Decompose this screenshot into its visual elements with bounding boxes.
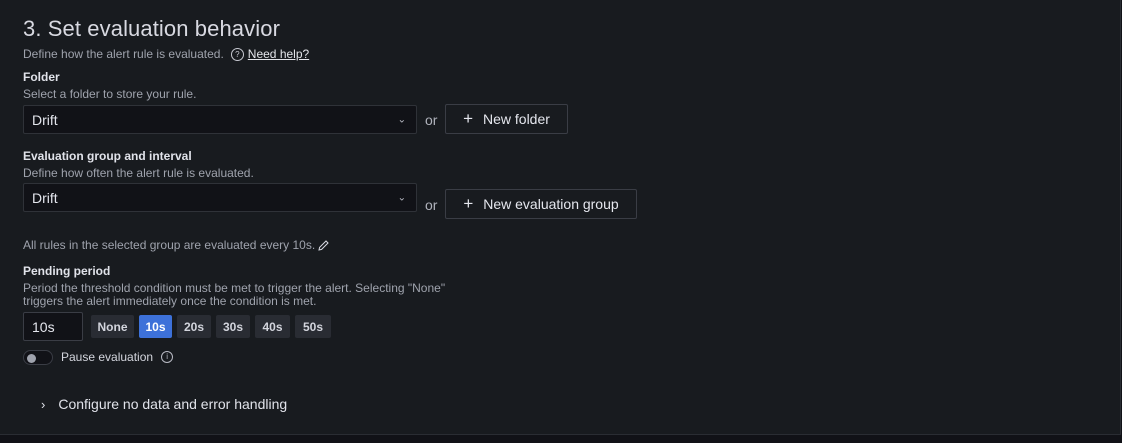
pending-period-value: 10s: [32, 318, 55, 335]
group-select-value: Drift: [32, 189, 58, 206]
pending-period-input[interactable]: 10s: [23, 312, 83, 341]
pending-option-30s[interactable]: 30s: [216, 315, 250, 338]
section-description: Define how the alert rule is evaluated.: [23, 47, 224, 61]
chevron-right-icon: ›: [41, 396, 46, 412]
pending-option-none[interactable]: None: [91, 315, 134, 338]
pending-description-line1: Period the threshold condition must be m…: [23, 281, 446, 295]
pause-evaluation-label: Pause evaluation: [61, 350, 154, 364]
group-select[interactable]: Drift ⌄: [23, 183, 417, 212]
no-data-error-handling-label: Configure no data and error handling: [58, 396, 288, 412]
pause-evaluation-row: Pause evaluation i: [61, 350, 174, 364]
new-evaluation-group-button[interactable]: + New evaluation group: [445, 189, 637, 219]
need-help-link[interactable]: Need help?: [248, 47, 309, 61]
pending-option-50s[interactable]: 50s: [295, 315, 331, 338]
group-description: Define how often the alert rule is evalu…: [23, 166, 254, 180]
plus-icon: +: [463, 194, 474, 213]
plus-icon: +: [463, 109, 473, 128]
no-data-error-handling-toggle[interactable]: › Configure no data and error handling: [41, 396, 287, 412]
group-label: Evaluation group and interval: [23, 149, 192, 163]
folder-or-text: or: [425, 112, 438, 128]
chevron-down-icon: ⌄: [397, 192, 406, 203]
pending-label: Pending period: [23, 264, 111, 278]
pending-description-line2: triggers the alert immediately once the …: [23, 294, 317, 308]
question-circle-icon: ?: [230, 47, 244, 61]
evaluation-behavior-panel: 3. Set evaluation behavior Define how th…: [0, 0, 1121, 435]
info-icon[interactable]: i: [161, 351, 174, 363]
section-title: 3. Set evaluation behavior: [23, 16, 280, 41]
interval-note: All rules in the selected group are eval…: [23, 238, 316, 252]
chevron-down-icon: ⌄: [397, 114, 406, 125]
pause-evaluation-toggle[interactable]: [23, 350, 53, 365]
new-folder-label: New folder: [483, 111, 550, 127]
folder-select[interactable]: Drift ⌄: [23, 105, 417, 134]
pending-option-10s[interactable]: 10s: [139, 315, 172, 338]
new-folder-button[interactable]: + New folder: [445, 104, 568, 134]
group-or-text: or: [425, 197, 438, 213]
section-description-row: Define how the alert rule is evaluated. …: [23, 47, 309, 61]
toggle-knob: [27, 354, 36, 363]
new-evaluation-group-label: New evaluation group: [483, 196, 619, 212]
pending-option-20s[interactable]: 20s: [177, 315, 211, 338]
folder-label: Folder: [23, 70, 60, 84]
pencil-edit-icon[interactable]: [317, 239, 330, 252]
interval-note-row: All rules in the selected group are eval…: [23, 238, 330, 252]
folder-description: Select a folder to store your rule.: [23, 87, 197, 101]
pending-option-40s[interactable]: 40s: [255, 315, 290, 338]
folder-select-value: Drift: [32, 111, 58, 128]
